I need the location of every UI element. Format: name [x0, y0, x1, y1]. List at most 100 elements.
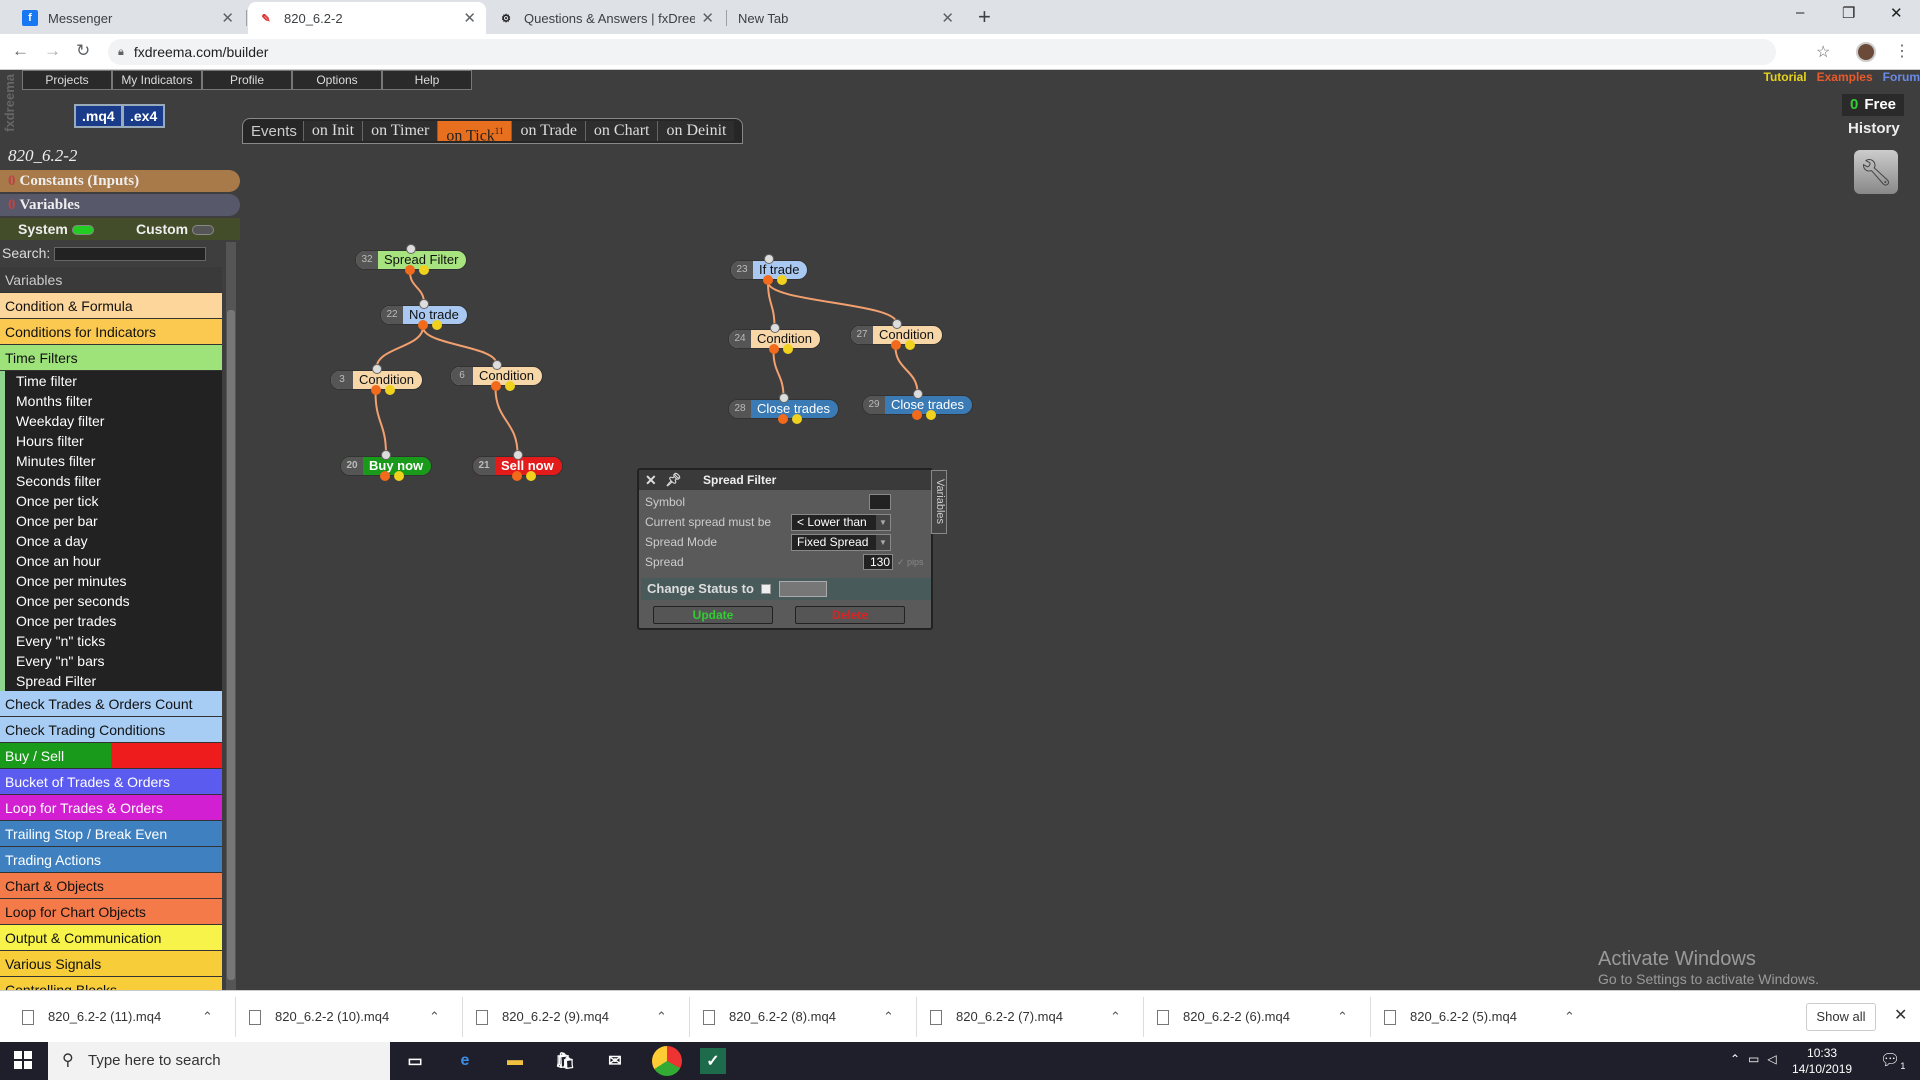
- bookmark-star-icon[interactable]: ☆: [1816, 42, 1830, 62]
- event-tab-on-trade[interactable]: on Trade: [511, 121, 585, 141]
- delete-button[interactable]: Delete: [795, 606, 905, 624]
- block-item[interactable]: Once per bar: [0, 511, 222, 531]
- url-field[interactable]: 🔒︎ fxdreema.com/builder: [108, 39, 1776, 65]
- menu-options[interactable]: Options: [292, 70, 382, 90]
- input-connector[interactable]: [778, 393, 789, 403]
- tab-messenger[interactable]: f Messenger ✕: [12, 2, 244, 34]
- block-item[interactable]: Once per trades: [0, 611, 222, 631]
- output-connector-orange[interactable]: [418, 320, 428, 330]
- download-item[interactable]: 820_6.2-2 (11).mq4 ⌃: [22, 1005, 213, 1029]
- category-various-signals[interactable]: Various Signals: [0, 951, 222, 977]
- link-examples[interactable]: Examples: [1817, 70, 1873, 84]
- download-ex4-button[interactable]: .ex4: [122, 104, 166, 128]
- output-connector-yellow[interactable]: [925, 410, 936, 420]
- notification-icon[interactable]: 💬︎1: [1880, 1050, 1905, 1071]
- taskbar-search[interactable]: ⚲ Type here to search: [48, 1042, 390, 1080]
- output-connector-yellow[interactable]: [791, 414, 802, 424]
- back-icon[interactable]: ←: [12, 41, 29, 61]
- new-tab-icon[interactable]: +: [978, 4, 991, 30]
- input-connector[interactable]: [381, 450, 391, 460]
- system-toggle[interactable]: System: [18, 218, 94, 240]
- event-tab-on-init[interactable]: on Init: [302, 121, 363, 141]
- credit-badge[interactable]: 0 Free: [1842, 94, 1904, 116]
- history-link[interactable]: History: [1848, 120, 1900, 137]
- output-connector-yellow[interactable]: [904, 340, 915, 350]
- input-connector[interactable]: [371, 364, 382, 374]
- category-conditions-for-indicators[interactable]: Conditions for Indicators: [0, 319, 222, 345]
- output-connector-orange[interactable]: [511, 471, 522, 481]
- variables-side-tab[interactable]: Variables: [931, 470, 947, 534]
- download-item[interactable]: 820_6.2-2 (7).mq4 ⌃: [930, 1005, 1121, 1029]
- input-connector[interactable]: [406, 244, 416, 254]
- output-connector-yellow[interactable]: [782, 344, 793, 354]
- pips-checkbox[interactable]: ✓ pips: [897, 552, 924, 572]
- app-check-icon[interactable]: ✓: [700, 1048, 726, 1074]
- event-tab-on-tick[interactable]: on Tick11: [437, 121, 512, 144]
- event-tab-on-chart[interactable]: on Chart: [584, 121, 658, 141]
- close-window-icon[interactable]: ✕: [1890, 4, 1903, 22]
- output-connector-orange[interactable]: [768, 344, 779, 354]
- output-connector-orange[interactable]: [405, 265, 415, 275]
- output-connector-orange[interactable]: [490, 381, 501, 391]
- system-tray-icons[interactable]: ⌃▭◁: [1730, 1052, 1785, 1066]
- minimize-icon[interactable]: –: [1796, 4, 1804, 21]
- change-status-checkbox[interactable]: [761, 584, 771, 594]
- event-tab-on-deinit[interactable]: on Deinit: [657, 121, 735, 141]
- chevron-up-icon[interactable]: ⌃: [429, 1005, 440, 1029]
- custom-toggle[interactable]: Custom: [136, 218, 215, 240]
- category-variables[interactable]: Variables: [0, 267, 222, 293]
- restore-icon[interactable]: ❐: [1842, 4, 1855, 22]
- block-item[interactable]: Once per seconds: [0, 591, 222, 611]
- download-item[interactable]: 820_6.2-2 (8).mq4 ⌃: [703, 1005, 894, 1029]
- output-connector-orange[interactable]: [370, 385, 381, 395]
- category-time-filters[interactable]: Time Filters: [0, 345, 222, 371]
- taskbar-clock[interactable]: 10:33 14/10/2019: [1792, 1045, 1852, 1077]
- chevron-up-icon[interactable]: ⌃: [1564, 1005, 1575, 1029]
- pin-icon[interactable]: 📌︎: [665, 470, 682, 490]
- menu-my-indicators[interactable]: My Indicators: [112, 70, 202, 90]
- symbol-input[interactable]: [869, 494, 891, 510]
- change-status-input[interactable]: [779, 581, 827, 597]
- mail-icon[interactable]: ✉: [602, 1048, 628, 1074]
- input-connector[interactable]: [419, 299, 429, 309]
- event-tab-on-timer[interactable]: on Timer: [362, 121, 438, 141]
- chevron-up-icon[interactable]: ⌃: [883, 1005, 894, 1029]
- block-item[interactable]: Months filter: [0, 391, 222, 411]
- block-item[interactable]: Every "n" ticks: [0, 631, 222, 651]
- block-item[interactable]: Hours filter: [0, 431, 222, 451]
- category-trading-actions[interactable]: Trading Actions: [0, 847, 222, 873]
- close-icon[interactable]: ✕: [941, 9, 954, 27]
- task-view-icon[interactable]: ▭: [402, 1048, 428, 1074]
- profile-avatar[interactable]: [1856, 42, 1876, 62]
- chevron-up-icon[interactable]: ⌃: [1337, 1005, 1348, 1029]
- current-spread-select[interactable]: < Lower than ▼: [791, 514, 891, 531]
- category-output-communication[interactable]: Output & Communication: [0, 925, 222, 951]
- menu-projects[interactable]: Projects: [22, 70, 112, 90]
- windows-start-icon[interactable]: [14, 1051, 32, 1069]
- output-connector-orange[interactable]: [911, 410, 922, 420]
- category-check-trading-conditions[interactable]: Check Trading Conditions: [0, 717, 222, 743]
- link-tutorial[interactable]: Tutorial: [1764, 70, 1807, 84]
- builder-canvas[interactable]: 32 Spread Filter 22 No trade 3 Condition 6 Cond…: [240, 170, 1920, 990]
- output-connector-orange[interactable]: [763, 275, 773, 285]
- spread-mode-select[interactable]: Fixed Spread ▼: [791, 534, 891, 551]
- store-icon[interactable]: 🛍︎: [552, 1048, 578, 1074]
- input-connector[interactable]: [769, 323, 780, 333]
- spread-input[interactable]: 130: [863, 554, 893, 570]
- category-loop-for-trades-orders[interactable]: Loop for Trades & Orders: [0, 795, 222, 821]
- download-mq4-button[interactable]: .mq4: [74, 104, 123, 128]
- download-item[interactable]: 820_6.2-2 (9).mq4 ⌃: [476, 1005, 667, 1029]
- output-connector-yellow[interactable]: [432, 320, 442, 330]
- output-connector-yellow[interactable]: [419, 265, 429, 275]
- show-all-button[interactable]: Show all: [1806, 1003, 1876, 1031]
- category-trailing-stop-break-even[interactable]: Trailing Stop / Break Even: [0, 821, 222, 847]
- category-controlling-blocks[interactable]: Controlling Blocks: [0, 977, 222, 990]
- tab-builder[interactable]: ✎ 820_6.2-2 ✕: [248, 2, 486, 34]
- dialog-title-bar[interactable]: ✕ 📌︎ Spread Filter: [639, 470, 931, 490]
- close-icon[interactable]: ✕: [701, 9, 714, 27]
- block-item[interactable]: Once an hour: [0, 551, 222, 571]
- output-connector-yellow[interactable]: [777, 275, 787, 285]
- block-item[interactable]: Minutes filter: [0, 451, 222, 471]
- block-item[interactable]: Every "n" bars: [0, 651, 222, 671]
- input-connector[interactable]: [891, 319, 902, 329]
